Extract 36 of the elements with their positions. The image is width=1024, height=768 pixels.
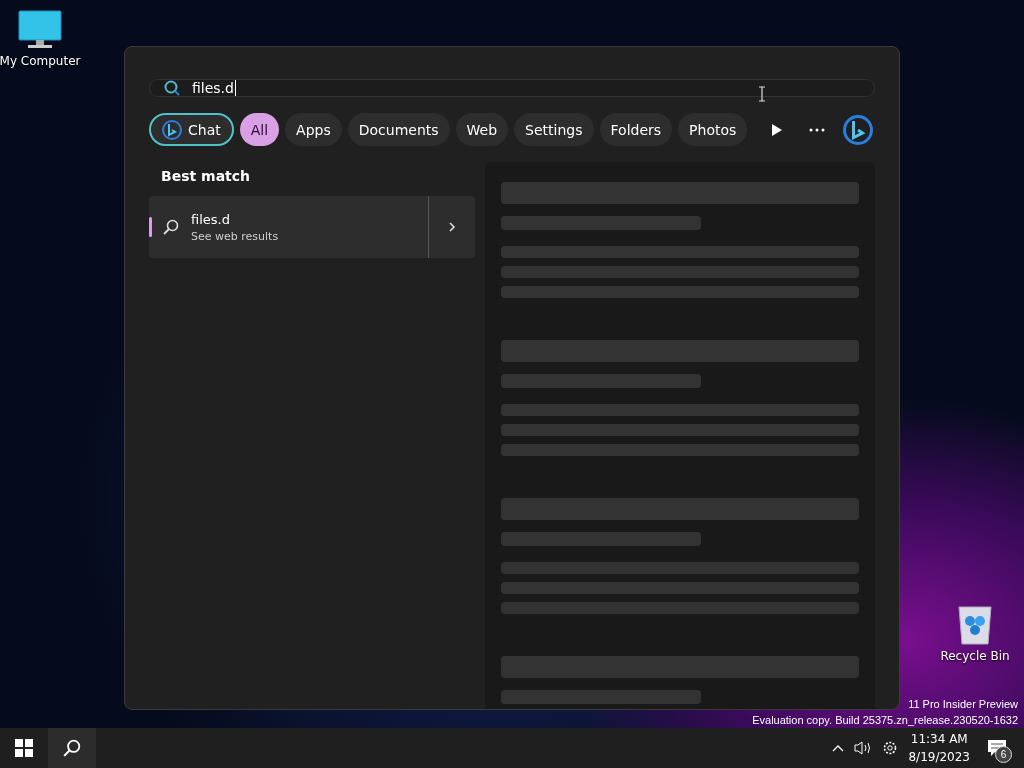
search-icon bbox=[163, 219, 179, 235]
desktop-icon-label: Recycle Bin bbox=[940, 649, 1010, 663]
notifications-button[interactable]: 6 bbox=[980, 731, 1014, 765]
best-match-item[interactable]: files.d See web results bbox=[149, 196, 428, 258]
text-cursor-icon bbox=[758, 86, 766, 102]
bing-chat-icon bbox=[162, 119, 182, 140]
result-title: files.d bbox=[191, 211, 231, 227]
speaker-icon[interactable] bbox=[854, 740, 873, 756]
windows-logo-icon bbox=[15, 739, 33, 757]
filter-tab[interactable]: Chat bbox=[149, 113, 234, 146]
filter-tab[interactable]: Settings bbox=[514, 113, 594, 146]
chevron-right-icon bbox=[448, 221, 456, 233]
search-icon bbox=[63, 739, 81, 757]
search-button[interactable] bbox=[48, 728, 96, 768]
selection-indicator bbox=[149, 217, 152, 237]
filter-tab[interactable]: Web bbox=[455, 113, 509, 146]
filter-tab[interactable]: Apps bbox=[285, 113, 342, 146]
more-icon bbox=[809, 127, 826, 132]
bing-chat-icon bbox=[842, 114, 873, 145]
filter-tab[interactable]: Photos bbox=[678, 113, 748, 146]
filter-tab[interactable]: Documents bbox=[347, 113, 450, 146]
section-heading: Best match bbox=[160, 168, 252, 184]
clock[interactable]: 11:34 AM 8/19/2023 bbox=[908, 730, 970, 766]
chevron-up-icon[interactable] bbox=[832, 744, 845, 752]
watermark-text: 11 Pro Insider Preview bbox=[908, 697, 1018, 712]
watermark-text: Evaluation copy. Build 25375.zn_release.230520-1632 bbox=[752, 713, 1018, 728]
computer-icon[interactable] bbox=[18, 10, 62, 50]
play-icon bbox=[770, 122, 783, 137]
settings-icon[interactable] bbox=[882, 740, 899, 756]
desktop-icon-label: My Computer bbox=[0, 54, 81, 68]
search-icon bbox=[164, 80, 180, 96]
bing-button[interactable] bbox=[840, 113, 875, 146]
result-subtitle: See web results bbox=[191, 229, 279, 243]
filter-tab[interactable]: All bbox=[239, 113, 280, 146]
recycle-bin-icon[interactable] bbox=[957, 603, 993, 645]
filter-tab[interactable]: Folders bbox=[599, 113, 673, 146]
